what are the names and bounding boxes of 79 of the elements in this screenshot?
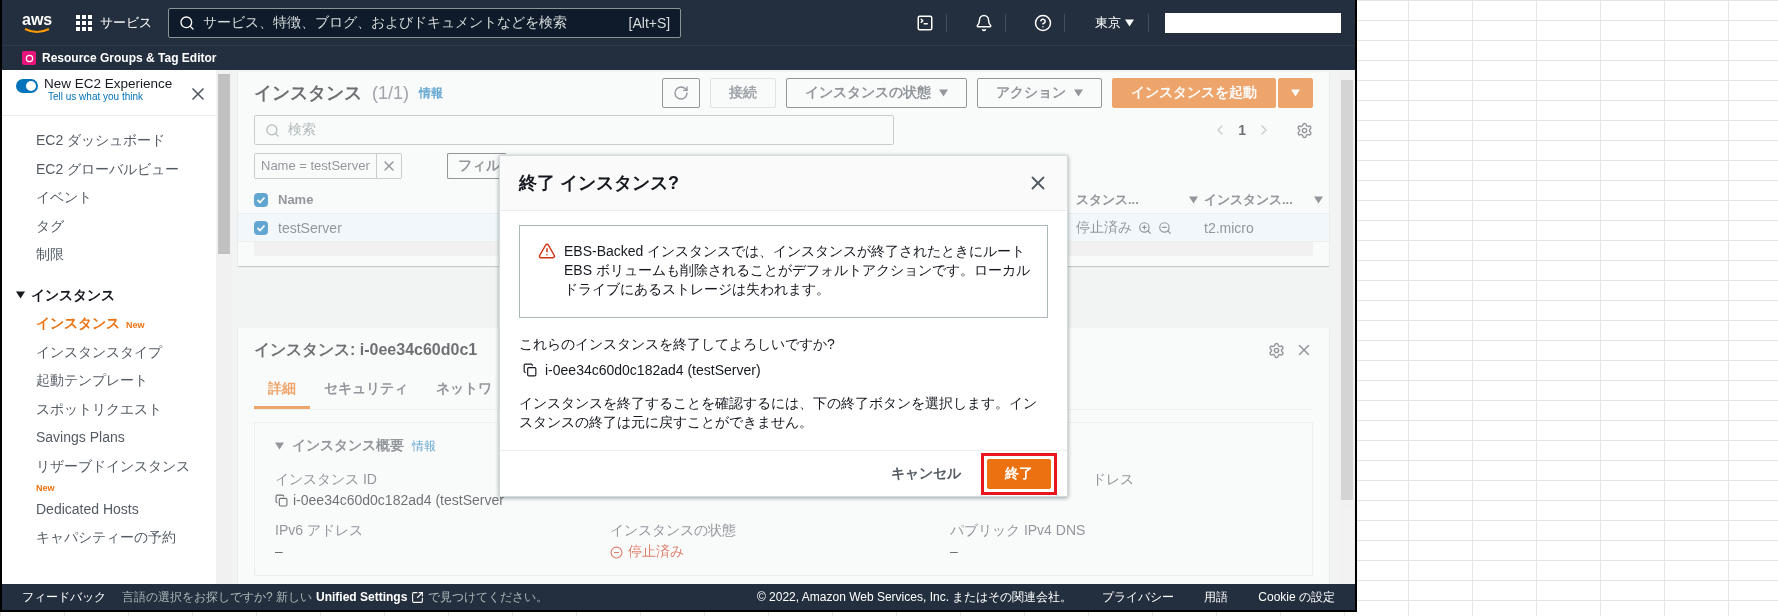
nav-link[interactable]: Savings Plans [36, 423, 125, 452]
refresh-icon [673, 85, 689, 101]
zoom-out-icon[interactable] [1158, 220, 1172, 235]
status-text: 停止済み [628, 543, 684, 561]
nav-link[interactable]: 制限 [36, 240, 64, 269]
table-cell: testServer [278, 219, 342, 236]
scrollbar-thumb[interactable] [1341, 80, 1353, 500]
nav-link[interactable]: Dedicated Hosts [36, 494, 139, 524]
bell-icon[interactable] [975, 13, 993, 32]
copyright-text: © 2022, Amazon Web Services, Inc. またはその関連会社。 [756, 588, 1073, 606]
cancel-button[interactable]: キャンセル [885, 463, 967, 484]
footer-link[interactable]: 用語 [1204, 588, 1229, 606]
nav-link[interactable]: タグ [36, 211, 64, 241]
settings-icon[interactable] [1296, 121, 1313, 139]
region-menu[interactable]: 東京 [1081, 13, 1149, 32]
footer-text: 言語の選択をお探しですか? 新しい [122, 588, 312, 606]
panel-title: インスタンス [254, 82, 362, 105]
table-cell: t2.micro [1204, 219, 1254, 236]
field-value: – [950, 543, 958, 559]
bookmark-link[interactable]: Resource Groups & Tag Editor [42, 51, 217, 65]
grid-icon[interactable] [76, 14, 93, 31]
field-label: インスタンスの状態 [610, 522, 736, 540]
warning-text: EBS-Backed インスタンスでは、インスタンスが終了されたときにルート EBS ボリュームも削除されることがデフォルトアクションです。ローカルドライブにあるストレージは失われます。 [564, 242, 1031, 299]
confirm-question: これらのインスタンスを終了してよろしいですか? [519, 336, 836, 354]
launch-menu-button[interactable] [1278, 78, 1313, 108]
field-label: IPv6 アドレス [275, 522, 363, 540]
resource-groups-icon[interactable] [22, 51, 36, 65]
footer-link[interactable]: プライバシー [1102, 588, 1175, 606]
nav-link[interactable]: EC2 ダッシュボード [36, 126, 166, 155]
nav-link[interactable]: 起動テンプレート [36, 366, 148, 395]
footer-text: で見つけてください。 [428, 588, 549, 606]
table-cell: 停止済み [1076, 218, 1132, 237]
unified-settings-link[interactable]: Unified Settings [316, 590, 408, 604]
new-label: New [126, 318, 145, 332]
checkbox[interactable] [254, 192, 268, 207]
search-icon [179, 14, 196, 31]
aws-logo[interactable]: aws [22, 11, 53, 34]
nav-link[interactable]: EC2 グローバルビュー [36, 154, 180, 184]
refresh-button[interactable] [662, 78, 700, 108]
field-value: i-0ee34c60d0c182ad4 (testServer [293, 492, 504, 508]
confirm-note: インスタンスを終了することを確認するには、下の終了ボタンを選択します。インスタンスの終了は元に戻すことができません。 [519, 394, 1038, 432]
copy-icon[interactable] [523, 363, 537, 377]
instance-id: i-0ee34c60d0c182ad4 (testServer) [545, 362, 761, 378]
caret-icon[interactable] [1125, 18, 1134, 27]
field-label: パブリック IPv4 DNS [950, 522, 1086, 540]
stopped-icon [610, 545, 623, 559]
new-label: New [36, 481, 55, 495]
toggle-label: New EC2 Experience [44, 76, 174, 91]
settings-icon[interactable] [1268, 341, 1285, 359]
field-label: ドレス [1092, 471, 1134, 489]
toggle-switch[interactable] [16, 79, 38, 93]
search-field[interactable]: サービス、特徴、ブログ、およびドキュメントなどを検索 [Alt+S] [168, 7, 682, 38]
dialog-title: 終了 インスタンス? [519, 172, 679, 195]
scrollbar-thumb[interactable] [218, 74, 230, 254]
instance-count: (1/1) [372, 82, 409, 104]
warning-icon [538, 242, 556, 260]
page-number[interactable]: 1 [1238, 122, 1246, 138]
sort-icon[interactable] [1189, 195, 1198, 204]
field-label: インスタンス ID [275, 471, 377, 489]
field-value: – [275, 543, 283, 559]
feedback-link[interactable]: フィードバック [22, 588, 106, 606]
checkbox[interactable] [254, 220, 268, 235]
caret-icon[interactable] [16, 290, 25, 299]
nav-link[interactable]: インスタンスタイプ [36, 337, 162, 367]
sort-icon[interactable] [1314, 195, 1323, 204]
search-icon [265, 122, 280, 138]
services-menu[interactable]: サービス [76, 13, 153, 32]
nav-link[interactable]: イベント [36, 183, 92, 212]
feedback-link[interactable]: Tell us what you think [48, 91, 182, 102]
nav-link[interactable]: キャパシティーの予約 [36, 523, 176, 552]
zoom-in-icon[interactable] [1138, 220, 1152, 235]
nav-link[interactable]: スポットリクエスト [36, 394, 162, 424]
help-icon[interactable] [1034, 13, 1052, 32]
section-heading[interactable]: インスタンス [31, 280, 115, 309]
terminal-icon[interactable] [916, 13, 934, 32]
panel-title: インスタンス: i-0ee34c60d0c1 [254, 339, 478, 360]
footer-link[interactable]: Cookie の設定 [1258, 588, 1335, 606]
nav-link[interactable]: リザーブドインスタンス [36, 451, 190, 481]
external-link-icon [411, 590, 425, 604]
